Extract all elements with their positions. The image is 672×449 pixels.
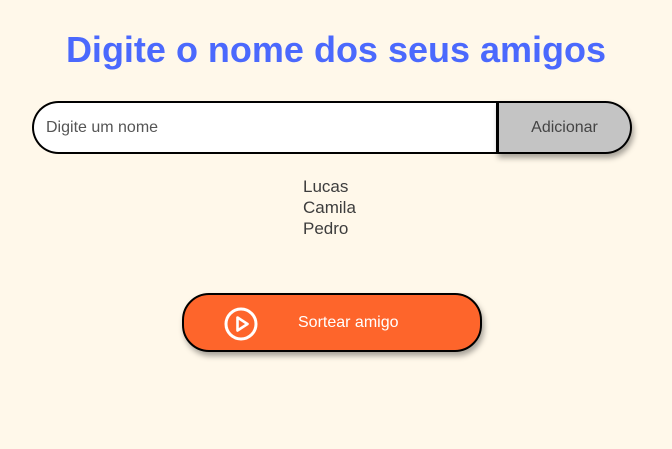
list-item: Lucas — [303, 177, 349, 196]
add-friend-form: Adicionar — [32, 101, 632, 154]
page-title: Digite o nome dos seus amigos — [65, 29, 607, 70]
list-item: Camila — [303, 198, 356, 217]
play-circle-icon — [224, 307, 258, 341]
friends-list: Lucas Camila Pedro — [303, 176, 356, 239]
draw-button-label: Sortear amigo — [298, 314, 399, 331]
list-item: Pedro — [303, 219, 349, 238]
name-input[interactable] — [32, 101, 496, 154]
add-button[interactable]: Adicionar — [496, 101, 632, 154]
draw-friend-button[interactable]: Sortear amigo — [182, 293, 482, 352]
